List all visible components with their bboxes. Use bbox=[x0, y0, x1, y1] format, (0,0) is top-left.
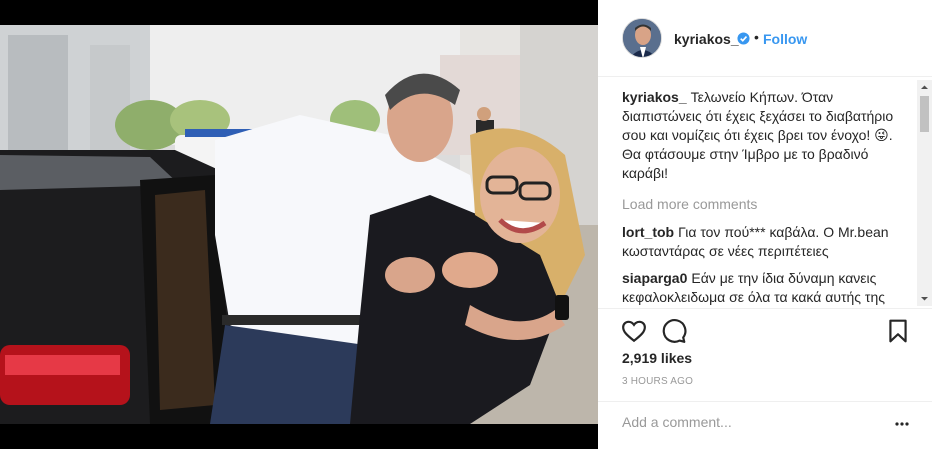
comment-username[interactable]: lort_tob bbox=[622, 224, 674, 240]
avatar[interactable] bbox=[622, 18, 662, 58]
bookmark-icon[interactable] bbox=[885, 318, 911, 344]
post-photo[interactable] bbox=[0, 25, 598, 424]
more-dots-icon[interactable] bbox=[894, 416, 910, 432]
likes-count[interactable]: 2,919 likes bbox=[622, 350, 692, 366]
follow-button[interactable]: Follow bbox=[763, 31, 807, 47]
comment-bubble-icon[interactable] bbox=[661, 318, 687, 344]
comments-scrollbar[interactable] bbox=[917, 80, 932, 306]
post-header: kyriakos_ • Follow bbox=[598, 0, 932, 77]
add-comment-input[interactable] bbox=[622, 414, 882, 430]
post-details-panel: kyriakos_ • Follow kyriakos_ Τελωνείο Κήπ… bbox=[598, 0, 932, 449]
verified-badge-icon bbox=[737, 32, 750, 45]
caption: kyriakos_ Τελωνείο Κήπων. Όταν διαπιστώνε… bbox=[622, 88, 912, 183]
username[interactable]: kyriakos_ bbox=[674, 31, 739, 47]
action-bar bbox=[598, 308, 932, 348]
list-item: lort_tob Για τον πού*** καβάλα. Ο Mr.bean… bbox=[622, 223, 912, 261]
separator-dot: • bbox=[754, 29, 759, 45]
heart-icon[interactable] bbox=[621, 318, 647, 344]
post-timestamp: 3 HOURS AGO bbox=[622, 376, 694, 387]
add-comment-bar bbox=[598, 401, 932, 449]
comments-list: kyriakos_ Τελωνείο Κήπων. Όταν διαπιστώνε… bbox=[622, 88, 912, 306]
comment-username[interactable]: siaparga0 bbox=[622, 270, 687, 286]
load-more-comments-button[interactable]: Load more comments bbox=[622, 195, 912, 214]
post-media bbox=[0, 0, 598, 449]
list-item: siaparga0 Εάν με την ίδια δύναμη κανεις κ… bbox=[622, 269, 912, 306]
scrollbar-thumb[interactable] bbox=[920, 96, 929, 132]
scroll-up-arrow-icon[interactable] bbox=[917, 80, 932, 95]
scroll-down-arrow-icon[interactable] bbox=[917, 291, 932, 306]
caption-username[interactable]: kyriakos_ bbox=[622, 89, 687, 105]
